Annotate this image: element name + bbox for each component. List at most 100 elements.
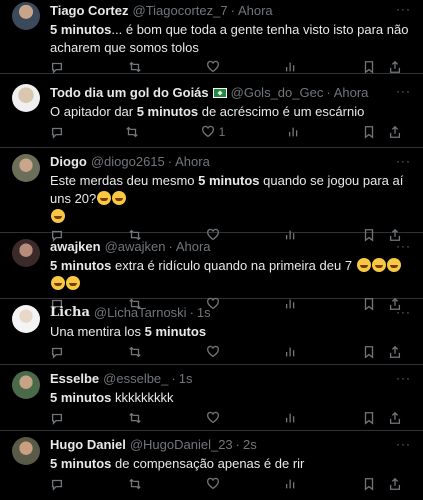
- views-button[interactable]: [284, 60, 298, 74]
- retweet-button[interactable]: [128, 411, 142, 425]
- highlight-term: 5 minutos: [198, 173, 260, 188]
- bookmark-button[interactable]: [362, 60, 402, 74]
- bookmark-button[interactable]: [362, 477, 402, 491]
- tweet-header: Licha @LichaTarnoski · 1s: [50, 299, 413, 321]
- tweet[interactable]: Hugo Daniel @HugoDaniel_23 · 2s ··· 5 mi…: [0, 431, 423, 500]
- timestamp[interactable]: Ahora: [238, 3, 273, 19]
- tweet-header: Hugo Daniel @HugoDaniel_23 · 2s: [50, 431, 413, 453]
- highlight-term: 5 minutos: [144, 324, 207, 339]
- bookmark-button[interactable]: [362, 345, 402, 359]
- bookmark-icon: [364, 126, 374, 139]
- bookmark-icon: [364, 412, 374, 425]
- more-icon[interactable]: ···: [396, 371, 411, 385]
- user-handle[interactable]: @awajken: [105, 239, 166, 255]
- action-bar: 1: [50, 125, 402, 139]
- reply-button[interactable]: [50, 125, 64, 139]
- retweet-icon: [129, 346, 141, 358]
- user-handle[interactable]: @LichaTarnoski: [94, 305, 187, 321]
- bookmark-icon: [364, 61, 374, 74]
- timestamp[interactable]: Ahora: [334, 85, 369, 101]
- more-icon[interactable]: ···: [396, 154, 411, 168]
- display-name[interactable]: awajken: [50, 239, 101, 255]
- laughing-emoji-icon: [97, 191, 112, 205]
- avatar[interactable]: [12, 239, 40, 267]
- timestamp[interactable]: 1s: [197, 305, 211, 321]
- display-name[interactable]: Todo dia um gol do Goiás: [50, 85, 209, 101]
- reply-button[interactable]: [50, 60, 64, 74]
- retweet-button[interactable]: [125, 125, 139, 139]
- avatar[interactable]: [12, 84, 40, 112]
- views-button[interactable]: [284, 411, 298, 425]
- more-icon[interactable]: ···: [396, 437, 411, 451]
- user-handle[interactable]: @esselbe_: [103, 371, 168, 387]
- highlight-term: 5 minutos: [50, 258, 112, 273]
- highlight-term: 5 minutos: [136, 104, 199, 119]
- more-icon[interactable]: ···: [396, 305, 411, 319]
- tweet[interactable]: Tiago Cortez @Tiagocortez_7 · Ahora ··· …: [0, 0, 423, 74]
- retweet-button[interactable]: [128, 477, 142, 491]
- avatar[interactable]: [12, 2, 40, 30]
- avatar[interactable]: [12, 305, 40, 333]
- user-handle[interactable]: @Tiagocortez_7: [133, 3, 228, 19]
- laughing-emoji-icon: [51, 209, 65, 223]
- retweet-button[interactable]: [128, 60, 142, 74]
- views-button[interactable]: [287, 125, 301, 139]
- user-handle[interactable]: @Gols_do_Gec: [231, 85, 324, 101]
- retweet-button[interactable]: [128, 345, 142, 359]
- analytics-icon: [285, 413, 295, 423]
- user-handle[interactable]: @HugoDaniel_23: [130, 437, 233, 453]
- tweet-text: 5 minutos... é bom que toda a gente tenh…: [50, 19, 413, 57]
- like-button[interactable]: [206, 411, 220, 425]
- like-button[interactable]: [206, 477, 220, 491]
- timestamp[interactable]: 2s: [243, 437, 257, 453]
- separator-dot: ·: [326, 85, 331, 100]
- display-name[interactable]: Tiago Cortez: [50, 3, 129, 19]
- tweet-text: 5 minutos de compensação apenas é de rir: [50, 453, 413, 473]
- like-count: 1: [218, 125, 226, 139]
- reply-icon: [51, 413, 63, 425]
- like-button[interactable]: [206, 60, 220, 74]
- display-name[interactable]: Licha: [50, 305, 90, 321]
- bookmark-icon: [364, 478, 374, 491]
- timestamp[interactable]: Ahora: [176, 239, 211, 255]
- retweet-icon: [126, 126, 139, 138]
- tweet-body: kkkkkkkkk: [111, 390, 174, 405]
- reply-button[interactable]: [50, 411, 64, 425]
- tweet[interactable]: awajken @awajken · Ahora ··· 5 minutos e…: [0, 233, 423, 311]
- more-icon[interactable]: ···: [396, 239, 411, 253]
- avatar[interactable]: [12, 437, 40, 465]
- bookmark-button[interactable]: [362, 125, 402, 139]
- bookmark-icon: [364, 346, 374, 359]
- separator-dot: ·: [168, 239, 173, 254]
- separator-dot: ·: [235, 437, 241, 452]
- like-button[interactable]: [206, 345, 220, 359]
- reply-button[interactable]: [50, 345, 64, 359]
- display-name[interactable]: Diogo: [50, 154, 87, 170]
- avatar[interactable]: [12, 371, 40, 399]
- laughing-emoji-icon: [112, 191, 127, 205]
- laughing-emoji-icon: [51, 276, 65, 290]
- avatar[interactable]: [12, 154, 40, 182]
- timestamp[interactable]: Ahora: [175, 154, 210, 170]
- tweet[interactable]: Licha @LichaTarnoski · 1s ··· Una mentir…: [0, 299, 423, 365]
- share-icon: [389, 60, 401, 73]
- heart-icon: [201, 125, 214, 138]
- reply-button[interactable]: [50, 477, 64, 491]
- user-handle[interactable]: @diogo2615: [91, 154, 165, 170]
- views-button[interactable]: [284, 345, 298, 359]
- more-icon[interactable]: ···: [396, 2, 411, 16]
- analytics-icon: [285, 479, 295, 489]
- display-name[interactable]: Esselbe: [50, 371, 99, 387]
- timestamp[interactable]: 1s: [179, 371, 193, 387]
- tweet[interactable]: Diogo @diogo2615 · Ahora ··· Este merdas…: [0, 148, 423, 242]
- tweet[interactable]: Esselbe @esselbe_ · 1s ··· 5 minutos kkk…: [0, 365, 423, 431]
- like-button[interactable]: 1: [201, 125, 226, 139]
- bookmark-button[interactable]: [362, 411, 402, 425]
- separator-dot: ·: [171, 371, 176, 386]
- tweet[interactable]: Todo dia um gol do Goiás @Gols_do_Gec · …: [0, 74, 423, 148]
- views-button[interactable]: [284, 477, 298, 491]
- more-icon[interactable]: ···: [396, 84, 411, 98]
- display-name[interactable]: Hugo Daniel: [50, 437, 126, 453]
- retweet-icon: [129, 478, 141, 490]
- heart-icon: [207, 60, 219, 73]
